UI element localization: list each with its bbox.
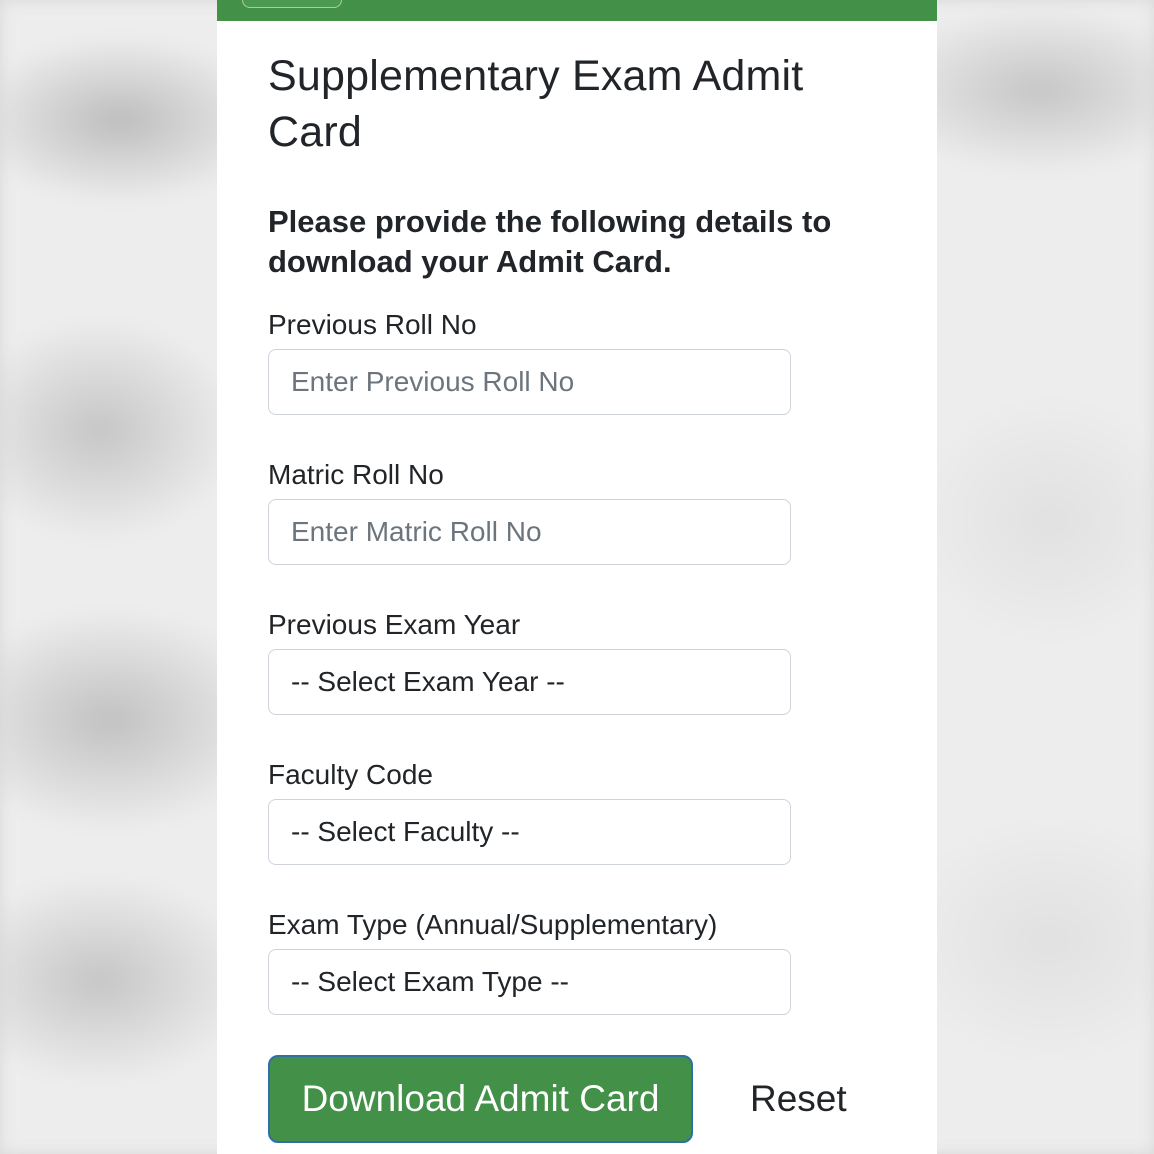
faculty-code-select[interactable]: -- Select Faculty --	[268, 799, 791, 865]
faculty-code-label: Faculty Code	[268, 759, 433, 790]
previous-roll-field: Previous Roll No	[268, 309, 908, 415]
download-admit-card-button[interactable]: Download Admit Card	[268, 1055, 693, 1143]
reset-button[interactable]: Reset	[750, 1055, 847, 1143]
previous-roll-label: Previous Roll No	[268, 309, 477, 340]
previous-roll-input[interactable]	[268, 349, 791, 415]
exam-type-selected-value: -- Select Exam Type --	[291, 966, 570, 997]
exam-year-select[interactable]: -- Select Exam Year --	[268, 649, 791, 715]
faculty-code-field: Faculty Code -- Select Faculty --	[268, 759, 908, 865]
exam-type-select[interactable]: -- Select Exam Type --	[268, 949, 791, 1015]
form-instruction: Please provide the following details to …	[268, 204, 832, 279]
menu-toggle-button[interactable]	[242, 0, 342, 8]
page-title: Supplementary Exam Admit Card	[268, 52, 804, 156]
top-navigation-bar	[217, 0, 937, 21]
faculty-code-selected-value: -- Select Faculty --	[291, 816, 520, 847]
matric-roll-label: Matric Roll No	[268, 459, 444, 490]
admit-card-form-section: Supplementary Exam Admit Card Please pro…	[268, 48, 908, 1015]
exam-year-field: Previous Exam Year -- Select Exam Year -…	[268, 609, 908, 715]
matric-roll-field: Matric Roll No	[268, 459, 908, 565]
exam-type-field: Exam Type (Annual/Supplementary) -- Sele…	[268, 909, 908, 1015]
exam-year-selected-value: -- Select Exam Year --	[291, 666, 565, 697]
exam-type-label: Exam Type (Annual/Supplementary)	[268, 909, 718, 940]
form-actions: Download Admit Card Reset	[268, 1055, 908, 1143]
matric-roll-input[interactable]	[268, 499, 791, 565]
exam-year-label: Previous Exam Year	[268, 609, 521, 640]
phone-screen: Supplementary Exam Admit Card Please pro…	[217, 0, 937, 1154]
